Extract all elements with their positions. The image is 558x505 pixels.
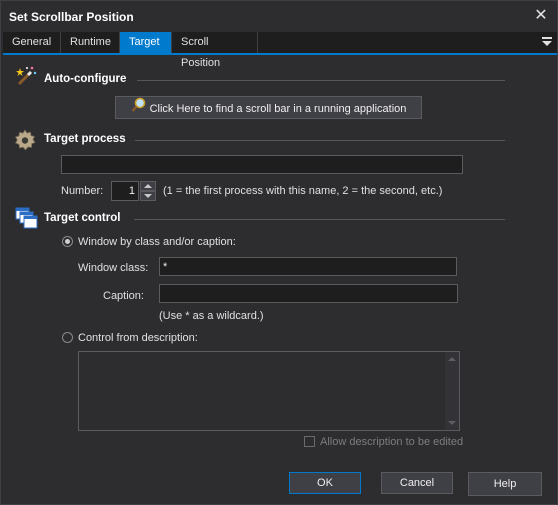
window-class-input[interactable] (159, 257, 457, 276)
caption-label: Caption: (103, 290, 144, 302)
tab-runtime[interactable]: Runtime (61, 32, 120, 53)
search-icon (131, 97, 147, 121)
process-number-input[interactable] (111, 181, 139, 201)
tab-general[interactable]: General (3, 32, 61, 53)
title-bar: Set Scrollbar Position ✕ (1, 1, 557, 32)
radio-control-description[interactable] (62, 332, 73, 343)
find-scrollbar-button-label: Click Here to find a scroll bar in a run… (149, 102, 407, 115)
tab-target[interactable]: Target (120, 32, 172, 53)
tab-menu-icon[interactable] (541, 35, 553, 49)
target-control-title: Target control (44, 212, 121, 224)
cancel-button[interactable]: Cancel (381, 472, 453, 494)
allow-edit-label: Allow description to be edited (320, 436, 464, 448)
dialog-window: Set Scrollbar Position ✕ General Runtime… (0, 0, 558, 505)
help-button[interactable]: Help (468, 472, 542, 496)
number-spinner[interactable] (140, 181, 156, 201)
allow-edit-checkbox[interactable] (304, 436, 315, 447)
tab-bar: General Runtime Target Scroll Position (3, 32, 557, 69)
close-icon[interactable]: ✕ (532, 6, 550, 26)
spin-down-icon[interactable] (140, 191, 156, 201)
find-scrollbar-button[interactable]: Click Here to find a scroll bar in a run… (115, 96, 422, 119)
window-title: Set Scrollbar Position (9, 10, 134, 24)
number-label: Number: (61, 185, 104, 197)
section-divider (137, 80, 505, 81)
window-class-label: Window class: (78, 262, 149, 274)
tab-scroll-position[interactable]: Scroll Position (172, 32, 258, 69)
description-textarea[interactable] (78, 351, 460, 431)
radio-control-description-label: Control from description: (78, 332, 198, 344)
scroll-down-icon[interactable] (448, 421, 456, 425)
ok-button[interactable]: OK (289, 472, 361, 494)
number-hint: (1 = the first process with this name, 2… (163, 185, 443, 197)
scroll-up-icon[interactable] (448, 357, 456, 361)
radio-window-class-caption-label: Window by class and/or caption: (78, 236, 236, 248)
magic-wand-icon (15, 65, 37, 87)
description-scrollbar[interactable] (445, 352, 459, 430)
windows-icon (14, 206, 38, 230)
section-divider (135, 140, 505, 141)
target-process-title: Target process (44, 133, 126, 145)
process-name-input[interactable] (61, 155, 463, 174)
wildcard-hint: (Use * as a wildcard.) (159, 310, 264, 322)
radio-window-class-caption[interactable] (62, 236, 73, 247)
gear-icon (13, 128, 37, 152)
caption-input[interactable] (159, 284, 458, 303)
spin-up-icon[interactable] (140, 181, 156, 191)
auto-configure-title: Auto-configure (44, 73, 127, 85)
section-divider (134, 219, 505, 220)
